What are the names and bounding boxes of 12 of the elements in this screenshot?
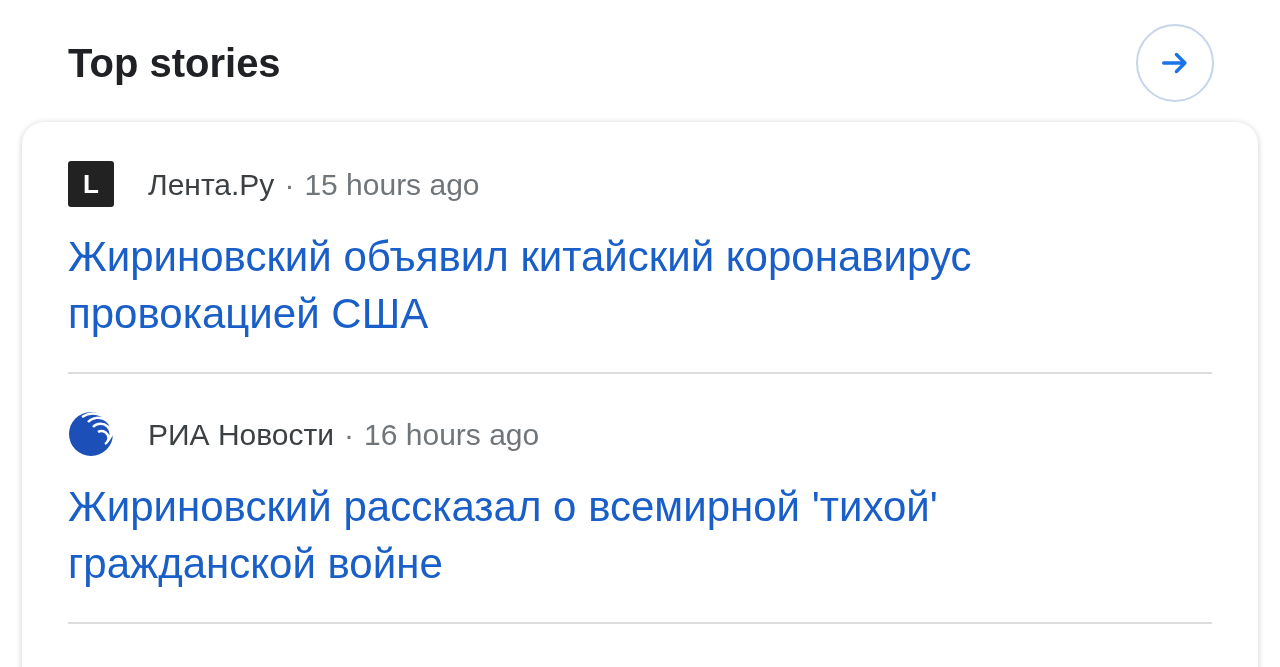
news-source: Лента.Ру [148,166,275,203]
headline-link[interactable]: Жириновский объявил китайский коронавирус провокацией США [68,228,1128,342]
section-title: Top stories [68,40,281,87]
news-logo: L [68,161,114,207]
time-ago: 16 hours ago [364,416,540,453]
separator-dot: · [344,416,355,453]
time-ago: 15 hours ago [304,166,480,203]
headline-link[interactable]: Жириновский рассказал о всемирной 'тихой' гражданской войне [68,478,1128,592]
globe-logo-icon [68,411,114,457]
arrow-button[interactable] [1136,24,1214,102]
news-source: РИА Новости [148,416,335,453]
separator-dot: · [284,166,295,203]
